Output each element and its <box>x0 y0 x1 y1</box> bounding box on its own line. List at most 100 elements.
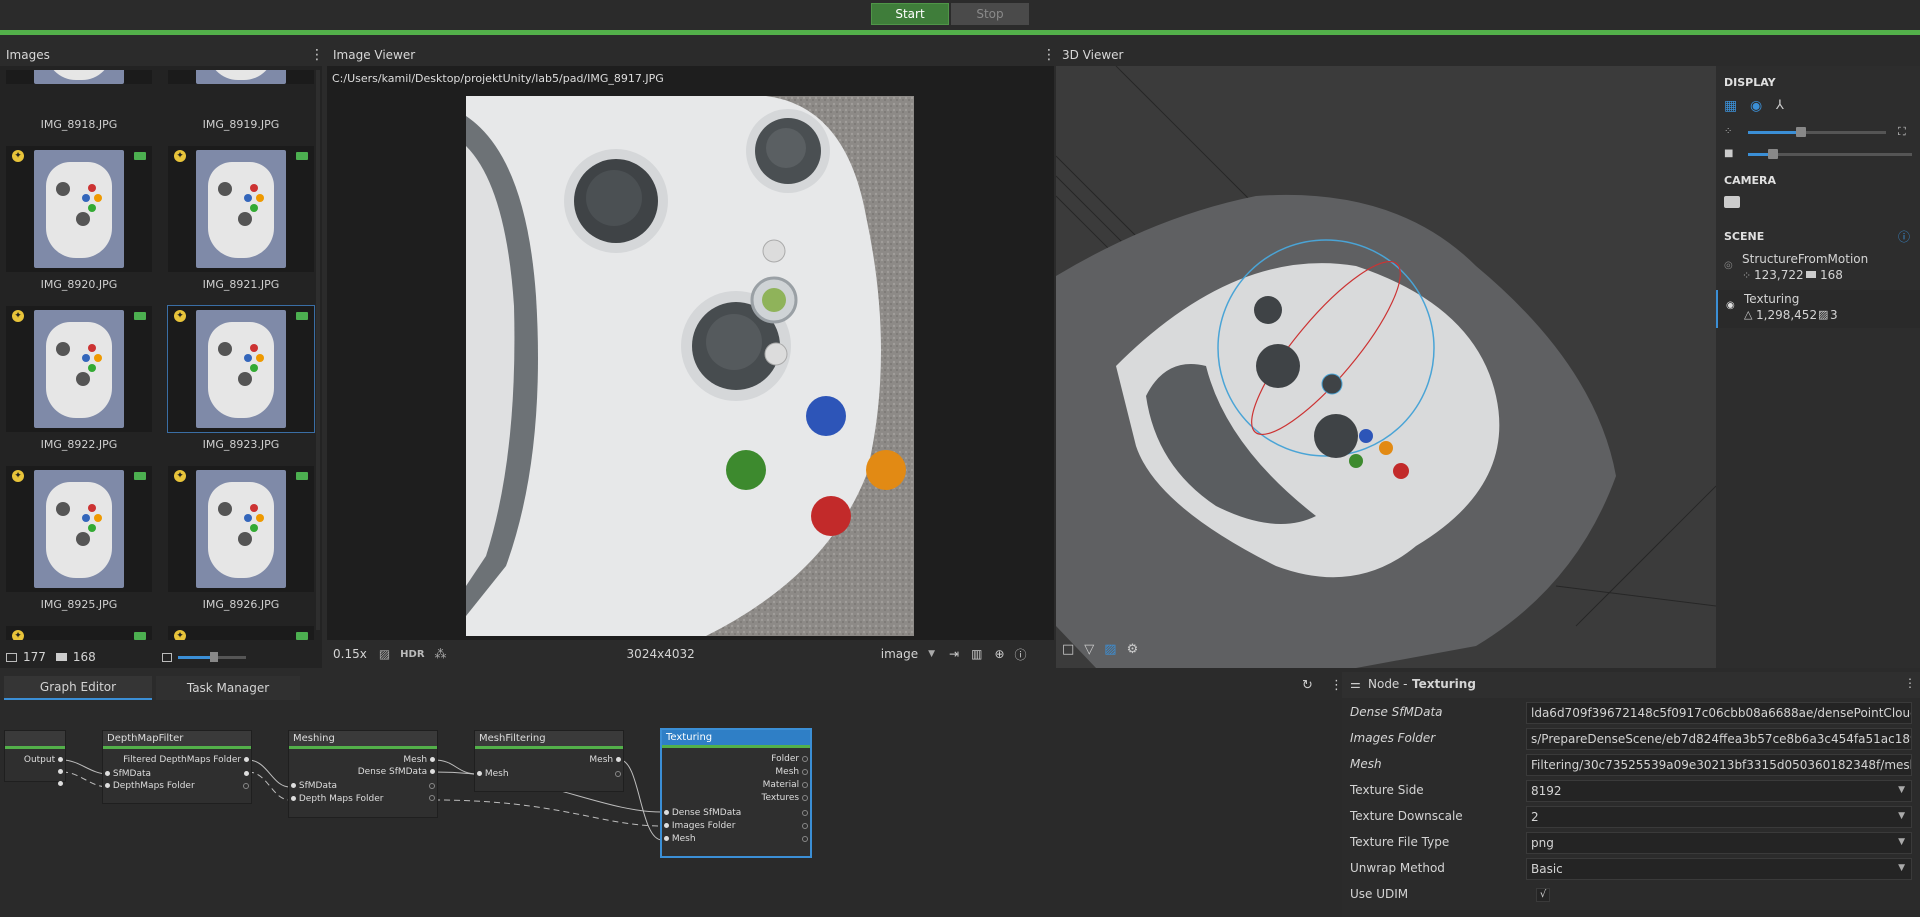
texture-downscale-select[interactable]: 2 ▼ <box>1526 806 1912 828</box>
node-output-port[interactable]: Dense SfMData <box>358 767 435 777</box>
node-input-port[interactable]: DepthMaps Folder <box>105 781 195 791</box>
tab-task-manager[interactable]: Task Manager <box>156 676 300 700</box>
gear-icon[interactable]: ⚙ <box>1127 642 1139 657</box>
image-preview[interactable] <box>466 96 914 636</box>
info-icon[interactable]: ⓘ <box>1015 646 1027 663</box>
texture-icon[interactable]: ▨ <box>1104 642 1116 657</box>
node-input-port[interactable]: Mesh <box>664 834 696 844</box>
tab-graph-editor[interactable]: Graph Editor <box>4 676 152 700</box>
thumbnail[interactable]: ✦ <box>6 466 152 592</box>
triangle-icon[interactable]: ▽ <box>1084 642 1094 657</box>
controller-photo <box>466 96 914 636</box>
thumbnail-selected[interactable]: ✦ <box>167 305 315 433</box>
images-scrollbar[interactable] <box>316 70 320 630</box>
scene-item-sfm[interactable]: ◎ StructureFromMotion ⁘ 123,722 168 <box>1716 250 1920 288</box>
thumbnail[interactable]: ✦ <box>168 146 314 272</box>
export-icon[interactable]: ⇥ <box>949 647 959 661</box>
unwrap-method-select[interactable]: Basic ▼ <box>1526 858 1912 880</box>
node-title: Texturing <box>1412 677 1476 691</box>
channel-select[interactable]: image <box>881 647 918 661</box>
eye-icon[interactable]: ◉ <box>1726 300 1735 311</box>
node-depthmapfilter[interactable]: DepthMapFilter Filtered DepthMaps Folder… <box>102 730 252 804</box>
texture-file-type-select[interactable]: png ▼ <box>1526 832 1912 854</box>
node-output-port[interactable]: Mesh <box>403 755 435 765</box>
node-output-port[interactable]: Textures <box>761 793 808 803</box>
node-output-port[interactable]: Output <box>24 755 63 765</box>
image-icon <box>6 652 17 662</box>
node-output-port[interactable]: Material <box>763 780 808 790</box>
refresh-icon[interactable]: ↻ <box>1302 678 1313 693</box>
thumbnail[interactable]: ✦ <box>6 306 152 432</box>
node-input-port[interactable]: SfMData <box>291 781 337 791</box>
square-icon[interactable]: □ <box>1062 642 1074 657</box>
scene-item-texturing[interactable]: ◉ Texturing △ 1,298,452 ▨ 3 <box>1716 290 1920 328</box>
camera-icon <box>134 472 146 480</box>
node-title: DepthMapFilter <box>103 731 251 749</box>
attr-row-images-folder: Images Folder s/PrepareDenseScene/eb7d82… <box>1342 726 1920 752</box>
node-input-port[interactable]: Images Folder <box>664 821 735 831</box>
thumbnail[interactable]: ✦ <box>168 626 314 640</box>
thumbnail-label: IMG_8919.JPG <box>202 118 280 131</box>
node-output-port[interactable]: Mesh <box>775 767 808 777</box>
attr-mesh-field[interactable]: Filtering/30c73525539a09e30213bf3315d050… <box>1526 754 1912 776</box>
thumbnail-label: IMG_8920.JPG <box>40 278 118 291</box>
color-picker-icon[interactable]: ⁂ <box>435 647 447 661</box>
chevron-down-icon: ▼ <box>1898 837 1905 847</box>
gizmo-icon[interactable]: ⅄ <box>1776 98 1784 113</box>
thumbnail[interactable]: ✦ <box>6 146 152 272</box>
thumbnail-size-slider[interactable] <box>177 651 246 662</box>
stop-button[interactable]: Stop <box>951 3 1029 25</box>
display-mode-icon[interactable]: ▨ <box>379 647 390 661</box>
attr-images-folder-field[interactable]: s/PrepareDenseScene/eb7d824ffea3b57ce8b6… <box>1526 728 1912 750</box>
scene-item-triangles: 1,298,452 <box>1756 308 1818 322</box>
attr-label: Images Folder <box>1350 731 1436 745</box>
node-title: MeshFiltering <box>475 731 623 749</box>
node-input-port[interactable]: Mesh <box>477 769 509 779</box>
thumbnail[interactable]: ✦ <box>6 626 152 640</box>
node-meshing[interactable]: Meshing Mesh Dense SfMData SfMData Depth… <box>288 730 438 818</box>
chevron-down-icon[interactable]: ▼ <box>928 649 935 659</box>
globe-icon[interactable]: ⊕ <box>994 647 1004 661</box>
3d-canvas[interactable] <box>1056 66 1716 668</box>
thumbnail-size-icon <box>161 652 172 662</box>
node-output-port[interactable] <box>58 779 63 789</box>
node-input-port[interactable]: SfMData <box>105 769 151 779</box>
thumbnail[interactable] <box>168 70 314 84</box>
node-texturing[interactable]: Texturing Folder Mesh Material Textures … <box>660 728 812 858</box>
node-output-port[interactable]: Folder <box>771 754 808 764</box>
attribute-menu-icon[interactable]: ⋮ <box>1904 676 1916 690</box>
star-icon: ✦ <box>12 150 24 162</box>
eye-hidden-icon[interactable]: ◎ <box>1724 260 1733 271</box>
camera-count: 168 <box>72 650 96 664</box>
camera-icon <box>296 152 308 160</box>
node-input-port[interactable]: Depth Maps Folder <box>291 794 384 804</box>
thumbnail-label: IMG_8922.JPG <box>40 438 118 451</box>
node-input-port[interactable]: Dense SfMData <box>664 808 741 818</box>
graph-editor[interactable]: Output DepthMapFilter Filtered DepthMaps… <box>0 700 1342 917</box>
node-meshfiltering[interactable]: MeshFiltering Mesh Mesh <box>474 730 624 792</box>
hdr-toggle[interactable]: HDR <box>400 649 424 660</box>
thumbnail[interactable]: ✦ <box>168 466 314 592</box>
thumbnail[interactable] <box>6 70 152 84</box>
texture-side-select[interactable]: 8192 ▼ <box>1526 780 1912 802</box>
node-output-port[interactable] <box>58 767 63 777</box>
images-panel-title: Images <box>6 48 50 62</box>
node-output-port[interactable]: Filtered DepthMaps Folder <box>123 755 249 765</box>
zoom-level: 0.15x <box>333 647 367 661</box>
target-icon[interactable]: ◉ <box>1750 98 1762 114</box>
info-icon[interactable]: ⓘ <box>1898 228 1910 245</box>
3d-viewer-toolbar: □ ▽ ▨ ⚙ <box>1062 642 1138 657</box>
grid-icon[interactable]: ▦ <box>1724 98 1737 114</box>
fit-icon[interactable]: ⛶ <box>1898 125 1906 139</box>
graph-node[interactable]: Output <box>4 730 66 786</box>
image-viewer-menu-icon[interactable]: ⋮ <box>1042 47 1056 63</box>
images-menu-icon[interactable]: ⋮ <box>310 47 324 63</box>
use-udim-checkbox[interactable]: √ <box>1536 888 1550 902</box>
attr-dense-sfmdata-field[interactable]: lda6d709f39672148c5f0917c06cbb08a6688ae/… <box>1526 702 1912 724</box>
snapshot-icon[interactable] <box>1724 196 1740 208</box>
images-panel-header: Images ⋮ <box>0 44 324 66</box>
node-output-port[interactable]: Mesh <box>589 755 621 765</box>
start-button[interactable]: Start <box>871 3 949 25</box>
histogram-icon[interactable]: ▥ <box>971 647 982 661</box>
thumbnail-label: IMG_8925.JPG <box>40 598 118 611</box>
